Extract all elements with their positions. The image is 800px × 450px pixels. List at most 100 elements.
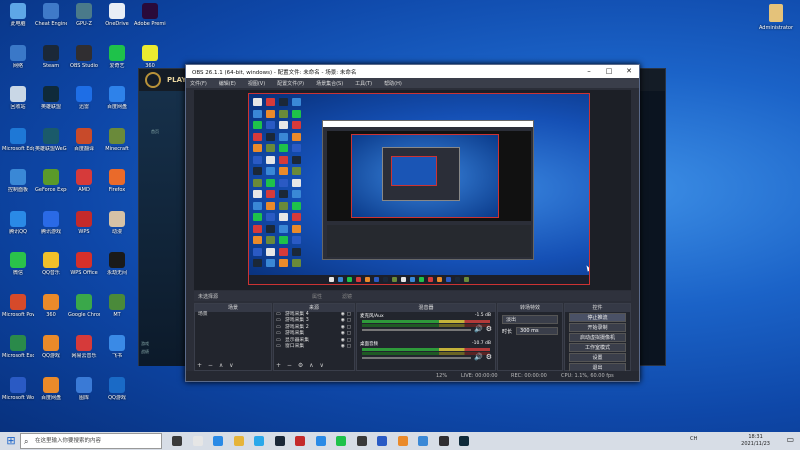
gear-icon[interactable]: ⚙ <box>486 353 492 361</box>
minimize-icon[interactable]: – <box>579 65 599 78</box>
taskbar-app-icon[interactable] <box>459 436 469 446</box>
filters-button[interactable]: 滤镜 <box>342 293 352 300</box>
taskbar-app-icon[interactable] <box>315 436 326 446</box>
desktop-icon[interactable]: Cheat Engine <box>35 2 67 36</box>
desktop-icon-label: Microsoft Edge <box>2 145 34 152</box>
desktop-icon[interactable]: Minecraft <box>101 127 133 161</box>
taskbar-app-icon[interactable] <box>377 436 387 446</box>
desktop-icon[interactable]: 此电脑 <box>2 2 34 36</box>
desktop-icon[interactable]: GPU-Z <box>68 2 100 36</box>
lol-play-button[interactable]: PLAY <box>167 76 186 84</box>
preview-app-icon <box>279 121 288 129</box>
desktop-icon[interactable]: 控制面板 <box>2 168 34 202</box>
scene-item[interactable]: 场景 <box>195 312 271 318</box>
taskbar-app-icon[interactable] <box>336 436 346 446</box>
desktop-icon[interactable]: OneDrive <box>101 2 133 36</box>
desktop-icon-label: AMD <box>78 187 90 193</box>
taskbar-app-icon[interactable] <box>397 436 408 446</box>
control-button[interactable]: 停止推流 <box>569 313 626 322</box>
input-language[interactable]: CH <box>690 436 697 442</box>
desktop-icon[interactable]: WPS <box>68 210 100 244</box>
obs-window[interactable]: OBS 26.1.1 (64-bit, windows) - 配置文件: 未命名… <box>185 64 640 382</box>
desktop-icon[interactable]: 网络 <box>2 44 34 78</box>
taskbar-app-icon[interactable] <box>438 436 449 446</box>
menu-item[interactable]: 编辑(E) <box>219 80 236 87</box>
windows-start-icon[interactable]: ⊞ <box>2 432 20 450</box>
desktop-icon[interactable]: 360 <box>35 293 67 327</box>
desktop-icon[interactable]: Microsoft Excel <box>2 334 34 368</box>
control-button[interactable]: 工作室模式 <box>569 343 626 352</box>
taskbar-app-icon[interactable] <box>233 436 244 446</box>
desktop-icon[interactable]: 飞书 <box>101 334 133 368</box>
desktop-icon[interactable]: 动漫 <box>101 210 133 244</box>
speaker-icon[interactable]: 🔊 <box>474 325 483 333</box>
taskbar-app-icon[interactable] <box>418 436 428 446</box>
desktop-icon[interactable]: 腾讯游戏 <box>35 210 67 244</box>
desktop-icon[interactable]: 迅雷 <box>68 85 100 119</box>
scene-add-remove-icons[interactable]: + − ∧ ∨ <box>197 362 236 369</box>
app-icon <box>76 44 92 61</box>
maximize-icon[interactable]: □ <box>599 65 619 78</box>
desktop-icon[interactable]: Microsoft PowerPoint <box>2 293 34 327</box>
desktop-icon[interactable]: GeForce Experience <box>35 168 67 202</box>
desktop-icon[interactable]: AMD <box>68 168 100 202</box>
close-icon[interactable]: ✕ <box>619 65 639 78</box>
taskbar-app-icon[interactable] <box>192 436 203 446</box>
desktop-icon[interactable]: Adobe Premiere <box>134 2 166 36</box>
menu-item[interactable]: 视图(V) <box>248 80 265 87</box>
taskbar-app-icon[interactable] <box>356 436 367 446</box>
desktop-icon[interactable]: 百度网盘 <box>101 85 133 119</box>
desktop-icon[interactable]: QQ音乐 <box>35 251 67 285</box>
desktop-icon[interactable]: 网易云音乐 <box>68 334 100 368</box>
notification-icon[interactable]: ▭ <box>786 435 794 444</box>
desktop-icon[interactable]: Steam <box>35 44 67 78</box>
menu-item[interactable]: 工具(T) <box>355 80 372 87</box>
control-button[interactable]: 开始录制 <box>569 323 626 332</box>
taskbar-clock[interactable]: 18:31 2021/11/23 <box>741 434 770 448</box>
menu-item[interactable]: 文件(F) <box>190 80 207 87</box>
desktop-icon[interactable]: 百度网盘 <box>35 376 67 410</box>
taskbar-app-icon[interactable] <box>274 436 285 446</box>
desktop-icon[interactable]: 英雄联盟 <box>35 85 67 119</box>
desktop-icon[interactable]: QQ游戏 <box>101 376 133 410</box>
desktop-icon[interactable]: 永劫无间 <box>101 251 133 285</box>
desktop-icon[interactable]: OBS Studio <box>68 44 100 78</box>
desktop-icon[interactable]: Microsoft Word <box>2 376 34 410</box>
preview-app-icon <box>253 247 262 256</box>
desktop-icon[interactable]: 图库 <box>68 376 100 410</box>
taskbar-search-input[interactable]: ⌕ 在这里输入你要搜索的内容 <box>20 433 162 449</box>
desktop-icon[interactable]: MT <box>101 293 133 327</box>
gear-icon[interactable]: ⚙ <box>486 325 492 333</box>
control-button[interactable]: 启动虚拟摄像机 <box>569 333 626 342</box>
menu-item[interactable]: 配置文件(P) <box>277 80 304 87</box>
desktop-icon[interactable]: Microsoft Edge <box>2 127 34 161</box>
control-button[interactable]: 设置 <box>569 353 626 362</box>
taskbar-app-icon[interactable] <box>254 436 264 446</box>
menu-item[interactable]: 场景集合(S) <box>316 80 343 87</box>
eye-lock-icon[interactable]: ◉ ▢ <box>341 344 351 350</box>
desktop-icon-administrator[interactable]: Administrator <box>758 4 794 31</box>
menu-item[interactable]: 帮助(H) <box>384 80 402 87</box>
source-add-remove-icons[interactable]: + − ⚙ ∧ ∨ <box>276 362 326 369</box>
desktop-icon[interactable]: Google Chrome <box>68 293 100 327</box>
desktop-icon[interactable]: 百度翻译 <box>68 127 100 161</box>
transition-select[interactable]: 淡出 <box>502 315 558 324</box>
desktop-icon[interactable]: 回收站 <box>2 85 34 119</box>
desktop-icon[interactable]: 英雄联盟WeGame <box>35 127 67 161</box>
desktop-icon[interactable]: Firefox <box>101 168 133 202</box>
source-item[interactable]: ▭ 窗口采集 ◉ ▢ <box>274 344 354 350</box>
obs-preview[interactable] <box>194 90 631 290</box>
preview-app-icon <box>253 144 262 152</box>
taskbar-app-icon[interactable] <box>213 436 223 446</box>
taskbar-app-icon[interactable] <box>295 436 305 446</box>
desktop-icon[interactable]: 腾讯QQ <box>2 210 34 244</box>
taskbar-app-icon[interactable] <box>172 436 182 446</box>
speaker-icon[interactable]: 🔊 <box>474 353 483 361</box>
properties-button[interactable]: 属性 <box>312 293 322 300</box>
desktop-icon[interactable]: 微信 <box>2 251 34 285</box>
desktop-icon[interactable]: 爱奇艺 <box>101 44 133 78</box>
duration-input[interactable]: 300 ms <box>516 327 558 335</box>
desktop-icon-label: 网易云音乐 <box>71 353 97 359</box>
desktop-icon[interactable]: QQ游戏 <box>35 334 67 368</box>
desktop-icon[interactable]: WPS Office <box>68 251 100 285</box>
